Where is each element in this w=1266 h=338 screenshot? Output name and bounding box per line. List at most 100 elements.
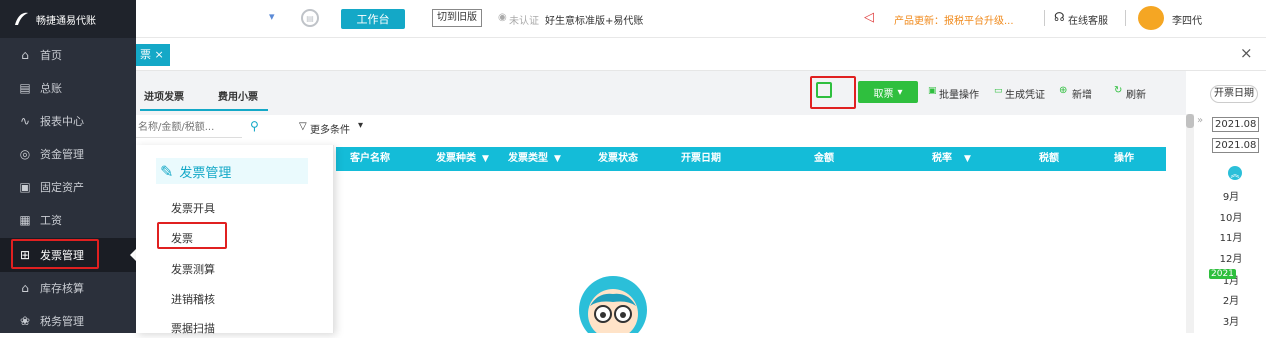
speaker-icon: ◁ [864, 10, 874, 25]
search-icon[interactable]: ⚲ [250, 119, 259, 133]
filter-icon[interactable]: ▼ [554, 147, 561, 171]
invoice-icon: ✎ [160, 161, 174, 181]
report-chart-icon: ∿ [19, 114, 31, 128]
filter-icon[interactable]: ▼ [964, 147, 971, 171]
sidebar-item-fixed-assets[interactable]: ▣ 固定资产 [0, 170, 136, 204]
search-input[interactable] [136, 118, 242, 138]
headset-icon: ☊ [1054, 10, 1065, 24]
more-conditions-button[interactable]: 更多条件 [310, 121, 350, 136]
filter-icon[interactable]: ▼ [482, 147, 489, 171]
cert-icon: ◉ [498, 12, 507, 23]
submenu-item-estimate[interactable]: 发票测算 [171, 261, 215, 277]
fund-icon: ◎ [19, 147, 31, 161]
tab-bar: 票 × × [136, 38, 1266, 71]
col-invoice-kind[interactable]: 发票种类 [436, 147, 476, 171]
logo-text: 畅捷通易代账 [36, 15, 96, 27]
active-subtab-underline [140, 109, 268, 111]
sidebar-item-label: 库存核算 [40, 282, 84, 295]
divider [1125, 10, 1126, 26]
chevron-down-icon: ▾ [358, 120, 364, 131]
highlight-qr-button [810, 76, 856, 109]
online-service-link[interactable]: 在线客服 [1068, 12, 1108, 27]
scrollbar[interactable] [1186, 114, 1194, 333]
sidebar-item-label: 固定资产 [40, 181, 84, 194]
open-tab[interactable]: 票 × [136, 44, 170, 66]
tab-incoming-invoice[interactable]: 进项发票 [144, 88, 184, 103]
col-amount: 金额 [814, 153, 834, 164]
calendar-icon[interactable]: ▤ [301, 9, 319, 27]
home-icon: ⌂ [21, 48, 29, 62]
invoice-management-submenu: ✎ 发票管理 发票开具 发票 发票测算 进销稽核 票据扫描 [136, 145, 334, 336]
generate-voucher-button[interactable]: 生成凭证 [1005, 86, 1045, 101]
date-range-end[interactable]: 2021.08 [1212, 138, 1260, 153]
col-invoice-date: 开票日期 [681, 153, 721, 164]
sidebar-item-home[interactable]: ⌂ 首页 [0, 38, 136, 72]
sidebar-item-label: 总账 [40, 82, 62, 95]
month-item[interactable]: 10月 [1206, 209, 1256, 224]
table-header: 客户名称 发票种类 ▼ 发票类型 ▼ 发票状态 开票日期 金额 税率 ▼ 税额 … [336, 147, 1166, 171]
username[interactable]: 李四代 [1172, 12, 1202, 27]
submenu-item-issue[interactable]: 发票开具 [171, 200, 215, 216]
product-update-link[interactable]: 产品更新：报税平台升级... [894, 12, 1014, 27]
ledger-icon: ▤ [19, 81, 31, 95]
sidebar-item-salary[interactable]: ▦ 工资 [0, 203, 136, 237]
tab-expense-receipt[interactable]: 费用小票 [218, 88, 258, 103]
month-item[interactable]: 3月 [1206, 313, 1256, 328]
invoice-date-button[interactable]: 开票日期 [1210, 85, 1258, 103]
sidebar-item-ledger[interactable]: ▤ 总账 [0, 71, 136, 105]
sidebar-item-label: 资金管理 [40, 148, 84, 161]
col-invoice-type[interactable]: 发票类型 [508, 147, 548, 171]
highlight-invoice-menu [11, 239, 99, 269]
logo-icon [15, 12, 28, 25]
sidebar-item-label: 税务管理 [40, 315, 84, 328]
refresh-icon: ↻ [1114, 85, 1123, 96]
scrollbar-thumb[interactable] [1186, 114, 1194, 128]
sidebar-item-inventory[interactable]: ⌂ 库存核算 [0, 271, 136, 305]
month-item[interactable]: 11月 [1206, 229, 1256, 244]
month-item[interactable]: 9月 [1206, 188, 1256, 203]
add-new-button[interactable]: 新增 [1072, 86, 1092, 101]
avatar[interactable] [1138, 6, 1164, 30]
switch-old-version-button[interactable]: 切到旧版 [432, 9, 482, 27]
warehouse-icon: ⌂ [21, 281, 29, 295]
refresh-button[interactable]: 刷新 [1126, 86, 1146, 101]
window-close-icon[interactable]: × [1240, 44, 1253, 62]
sidebar-item-label: 首页 [40, 49, 62, 62]
empty-state-illustration [568, 262, 658, 333]
submenu-title-label: 发票管理 [179, 165, 232, 181]
main-toolbar: 进项发票 费用小票 取票 ▾ ▣ 批量操作 ▭ 生成凭证 ⊕ 新增 ↻ 刷新 [136, 71, 1186, 115]
sidebar-item-funds[interactable]: ◎ 资金管理 [0, 137, 136, 171]
tab-close-icon[interactable]: × [155, 48, 164, 61]
workbench-button[interactable]: 工作台 [341, 9, 405, 29]
top-bar: ▾ ▤ 工作台 切到旧版 ◉ 未认证 好生意标准版+易代账 ◁ 产品更新：报税平… [136, 0, 1266, 38]
date-range-start[interactable]: 2021.08 [1212, 117, 1260, 132]
batch-icon: ▣ [928, 86, 937, 96]
col-invoice-status: 发票状态 [598, 153, 638, 164]
product-name: 好生意标准版+易代账 [545, 16, 644, 27]
chevron-down-icon: ▾ [897, 86, 903, 98]
month-item[interactable]: 2月 [1206, 292, 1256, 307]
sidebar-item-label: 工资 [40, 214, 62, 227]
scroll-up-icon[interactable]: ︽ [1228, 166, 1242, 180]
sidebar-item-label: 报表中心 [40, 115, 84, 128]
col-tax-rate[interactable]: 税率 [932, 147, 952, 171]
batch-ops-button[interactable]: 批量操作 [939, 86, 979, 101]
sidebar: 畅捷通易代账 ⌂ 首页 ▤ 总账 ∿ 报表中心 ◎ 资金管理 ▣ 固定资产 ▦ … [0, 0, 136, 333]
submenu-title: ✎ 发票管理 [156, 158, 308, 184]
salary-icon: ▦ [19, 213, 31, 227]
col-tax-amount: 税额 [1039, 153, 1059, 164]
collapse-arrow-icon[interactable]: » [1197, 115, 1203, 126]
take-ticket-button[interactable]: 取票 ▾ [858, 81, 918, 103]
submenu-item-scan[interactable]: 票据扫描 [171, 320, 215, 336]
col-customer: 客户名称 [350, 153, 390, 164]
sidebar-item-reports[interactable]: ∿ 报表中心 [0, 104, 136, 138]
logo: 畅捷通易代账 [0, 0, 136, 38]
chevron-down-icon[interactable]: ▾ [269, 10, 275, 23]
divider [1044, 10, 1045, 26]
plus-icon: ⊕ [1059, 85, 1068, 96]
tab-label: 票 [140, 48, 151, 61]
col-actions: 操作 [1114, 153, 1134, 164]
submenu-item-audit[interactable]: 进销稽核 [171, 291, 215, 307]
month-item[interactable]: 12月 [1206, 250, 1256, 265]
year-badge: 2021 [1209, 269, 1236, 279]
